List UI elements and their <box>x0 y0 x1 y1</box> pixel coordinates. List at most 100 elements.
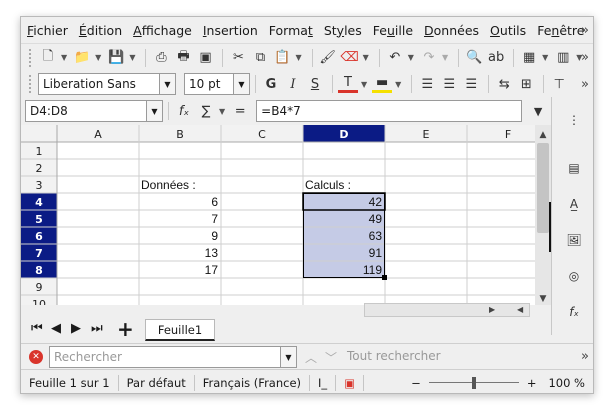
print-preview-icon[interactable]: ▣ <box>195 47 215 69</box>
cell-D8[interactable]: 119 <box>363 263 382 277</box>
row-icon[interactable]: ▦ <box>519 47 539 69</box>
new-document-icon[interactable]: 🗋 <box>38 47 58 69</box>
open-folder-icon[interactable]: 📁 <box>72 47 92 69</box>
cell-D5[interactable]: 49 <box>369 212 383 226</box>
background-color-icon[interactable]: ▬ <box>372 75 393 93</box>
toolbar-grip[interactable] <box>29 48 32 67</box>
close-find-icon[interactable]: ✕ <box>29 350 43 364</box>
menu-item-1[interactable]: Édition <box>79 23 122 38</box>
menu-item-0[interactable]: Fichier <box>27 23 68 38</box>
zoom-out-button[interactable]: − <box>407 376 425 390</box>
italic-icon[interactable]: I <box>283 73 303 95</box>
scroll-up-icon[interactable]: ▲ <box>540 130 547 140</box>
sheet-position[interactable]: Feuille 1 sur 1 <box>21 374 119 391</box>
row-header-10[interactable]: 10 <box>32 298 46 311</box>
document-modified-icon[interactable]: ▣ <box>336 374 365 391</box>
navigator-icon[interactable]: ◎ <box>552 261 593 291</box>
paste-icon[interactable]: 📋 <box>272 47 292 69</box>
chevron-down-icon[interactable]: ▼ <box>295 53 301 62</box>
last-sheet-icon[interactable]: ⏭ <box>91 321 103 336</box>
underline-icon[interactable]: S <box>305 73 325 95</box>
next-sheet-icon[interactable]: ▶ <box>71 321 81 336</box>
vertical-scrollbar-thumb[interactable] <box>537 143 549 233</box>
save-icon[interactable]: 💾 <box>106 47 126 69</box>
horizontal-scrollbar[interactable]: ▶ ◀ <box>364 303 530 317</box>
name-box[interactable]: D4:D8 ▼ <box>25 100 163 122</box>
toolbar-overflow-button[interactable]: » <box>581 349 589 364</box>
cell-D7[interactable]: 91 <box>369 246 383 260</box>
export-pdf-icon[interactable]: ⎙ <box>151 47 171 69</box>
chevron-down-icon[interactable]: ▼ <box>395 80 401 89</box>
equals-icon[interactable]: = <box>230 100 250 122</box>
chevron-down-icon[interactable]: ▼ <box>408 53 414 62</box>
font-size-combo[interactable]: 10 pt ▼ <box>184 73 250 95</box>
menu-item-7[interactable]: Données <box>424 23 479 38</box>
cell-B7[interactable]: 13 <box>205 246 219 260</box>
column-header-B[interactable]: B <box>176 128 184 141</box>
add-sheet-icon[interactable]: + <box>117 317 134 341</box>
chevron-down-icon[interactable]: ▼ <box>61 53 67 62</box>
chevron-down-icon[interactable]: ▼ <box>219 107 225 116</box>
column-header-D[interactable]: D <box>339 128 348 141</box>
selection-mode-icon[interactable]: I_ <box>310 374 337 391</box>
align-top-icon[interactable]: ⊤ <box>549 73 569 95</box>
cell-B3[interactable]: Données : <box>141 178 196 192</box>
menu-item-2[interactable]: Affichage <box>133 23 192 38</box>
cell-B4[interactable]: 6 <box>211 195 218 209</box>
chevron-down-icon[interactable]: ▼ <box>280 347 296 367</box>
print-icon[interactable]: 🖶 <box>173 47 193 69</box>
cell-D6[interactable]: 63 <box>369 229 383 243</box>
row-header-1[interactable]: 1 <box>36 145 43 158</box>
column-header-F[interactable]: F <box>505 128 511 141</box>
align-right-icon[interactable]: ☰ <box>461 73 481 95</box>
align-left-icon[interactable]: ☰ <box>417 73 437 95</box>
first-sheet-icon[interactable]: ⏮ <box>31 321 43 336</box>
formula-input[interactable]: =B4*7 <box>256 100 523 122</box>
find-previous-icon[interactable]: ︿ <box>305 349 317 366</box>
row-header-2[interactable]: 2 <box>36 162 43 175</box>
find-all-button[interactable]: Tout rechercher <box>347 349 441 363</box>
row-header-5[interactable]: 5 <box>35 213 43 226</box>
font-color-icon[interactable]: T <box>338 75 358 93</box>
menu-item-9[interactable]: Fenêtre <box>537 23 584 38</box>
zoom-slider-knob[interactable] <box>471 376 476 389</box>
cell-D4[interactable]: 42 <box>369 195 383 209</box>
row-header-9[interactable]: 9 <box>36 281 43 294</box>
language[interactable]: Français (France) <box>195 374 311 391</box>
function-wizard-icon[interactable]: fₓ <box>174 100 194 122</box>
column-header-C[interactable]: C <box>258 128 266 141</box>
scroll-right-icon[interactable]: ▶ <box>489 305 499 315</box>
cell-grid[interactable]: A B C D E F 1 2 3 4 5 6 7 8 9 10 Données : Calculs : 6 7 9 13… <box>21 125 551 322</box>
find-next-icon[interactable]: ﹀ <box>325 349 337 366</box>
menu-overflow-button[interactable]: » <box>581 23 589 38</box>
zoom-level[interactable]: 100 % <box>540 376 593 390</box>
chevron-down-icon[interactable]: ▼ <box>95 53 101 62</box>
cell-D3[interactable]: Calculs : <box>305 178 351 192</box>
chevron-down-icon[interactable]: ▼ <box>442 53 448 62</box>
column-header-E[interactable]: E <box>423 128 430 141</box>
chevron-down-icon[interactable]: ▼ <box>363 53 369 62</box>
spelling-icon[interactable]: ab <box>486 47 506 69</box>
menu-item-3[interactable]: Insertion <box>203 23 258 38</box>
sheet-tab-feuille1[interactable]: Feuille1 <box>145 319 215 341</box>
sum-icon[interactable]: ∑ <box>196 100 216 122</box>
clear-format-icon[interactable]: ⌫ <box>340 47 360 69</box>
chevron-down-icon[interactable]: ▼ <box>146 101 162 121</box>
align-center-icon[interactable]: ☰ <box>439 73 459 95</box>
wrap-text-icon[interactable]: ⇆ <box>494 73 514 95</box>
scroll-left-icon[interactable]: ◀ <box>517 305 527 315</box>
chevron-down-icon[interactable]: ▼ <box>361 80 367 89</box>
row-header-7[interactable]: 7 <box>35 247 43 260</box>
clone-format-icon[interactable]: 🖌 <box>318 47 338 69</box>
column-header-A[interactable]: A <box>94 128 102 141</box>
chevron-down-icon[interactable]: ▼ <box>129 53 135 62</box>
column-icon[interactable]: ▥ <box>553 47 573 69</box>
cell-B8[interactable]: 17 <box>205 263 219 277</box>
cut-icon[interactable]: ✂ <box>228 47 248 69</box>
fill-handle[interactable] <box>382 275 387 280</box>
bold-icon[interactable]: G <box>261 73 281 95</box>
row-header-8[interactable]: 8 <box>35 264 43 277</box>
chevron-down-icon[interactable]: ▼ <box>542 53 548 62</box>
chevron-down-icon[interactable]: ▼ <box>233 74 249 94</box>
undo-icon[interactable]: ↶ <box>385 47 405 69</box>
